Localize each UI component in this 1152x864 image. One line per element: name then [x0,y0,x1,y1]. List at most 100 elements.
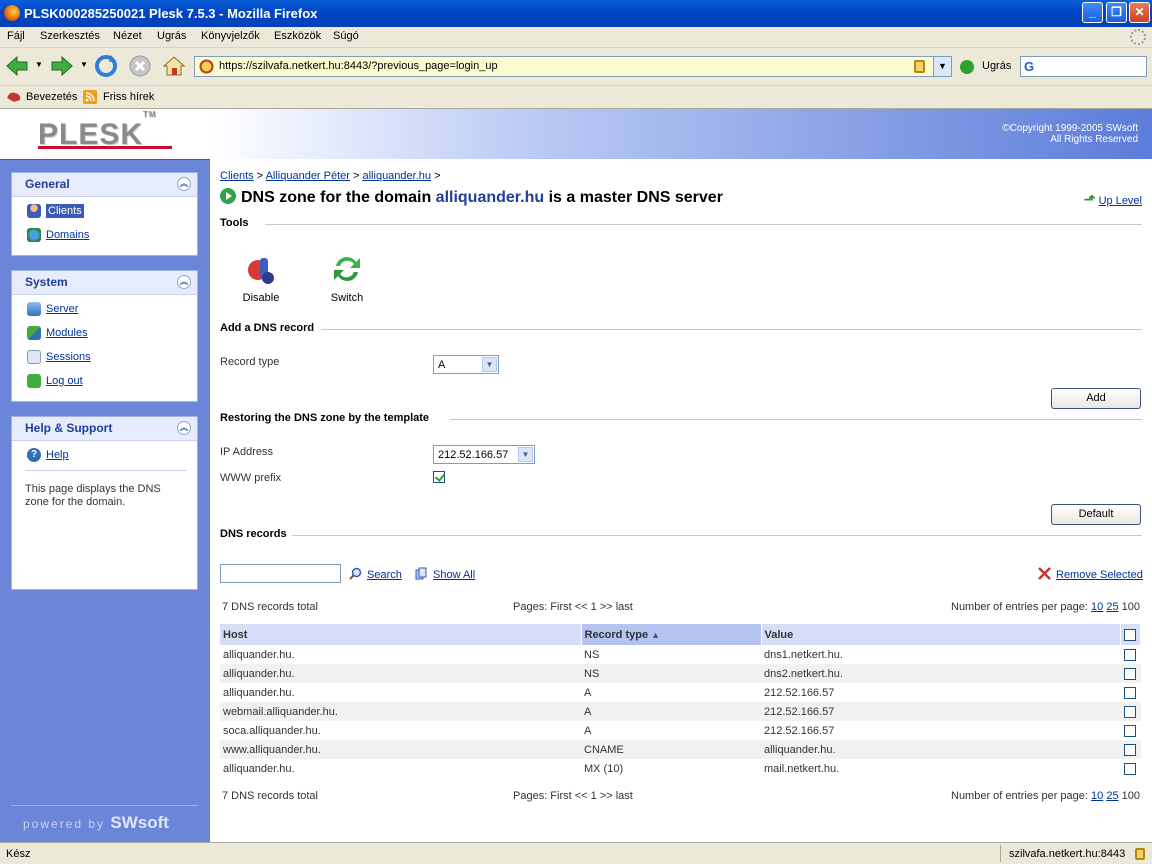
sidebar-item-domains-link[interactable]: Domains [46,229,89,241]
sessions-icon [27,350,41,364]
show-all-link[interactable]: Show All [433,569,475,581]
up-level-link[interactable]: Up Level [1099,195,1142,207]
row-checkbox[interactable] [1123,724,1136,737]
menu-bookmarks[interactable]: Könyvjelzők [201,30,260,42]
stop-icon[interactable] [127,53,153,79]
copyright: ©Copyright 1999-2005 SWsoft All Rights R… [1002,123,1138,145]
window-title: PLSK000285250021 Plesk 7.5.3 - Mozilla F… [24,6,318,21]
getting-started-icon [7,92,21,102]
home-icon[interactable] [161,53,187,79]
forward-dropdown-icon[interactable]: ▼ [80,60,88,69]
reload-icon[interactable] [93,53,119,79]
column-value[interactable]: Value [761,624,1121,645]
menu-go[interactable]: Ugrás [157,30,186,42]
breadcrumb-clients[interactable]: Clients [220,170,254,182]
default-button[interactable]: Default [1051,504,1141,525]
entries-10[interactable]: 10 [1091,601,1103,613]
search-button[interactable]: Search [349,567,402,581]
collapse-icon[interactable]: ︽ [177,275,191,289]
www-prefix-checkbox[interactable] [433,471,445,483]
row-checkbox[interactable] [1123,762,1136,775]
entries-10[interactable]: 10 [1091,790,1103,802]
plesk-header: PLESKTM ©Copyright 1999-2005 SWsoft All … [0,109,1152,159]
select-all-checkbox[interactable] [1124,628,1136,641]
bookmark-getting-started[interactable]: Bevezetés [26,91,77,103]
host-cell[interactable]: alliquander.hu. [220,645,581,664]
row-checkbox[interactable] [1123,743,1136,756]
search-engine-box[interactable]: G [1020,56,1147,77]
menu-view[interactable]: Nézet [113,30,142,42]
sidebar-item-sessions-link[interactable]: Sessions [46,351,91,363]
google-icon[interactable]: G [1024,59,1034,74]
collapse-icon[interactable]: ︽ [177,177,191,191]
sidebar-item-clients-link[interactable]: Clients [46,204,84,218]
ip-address-select[interactable]: 212.52.166.57 ▼ [433,445,535,464]
table-row[interactable]: alliquander.hu. NS dns2.netkert.hu. [220,664,1141,683]
search-input[interactable] [220,564,341,583]
host-cell[interactable]: www.alliquander.hu. [220,740,581,759]
table-row[interactable]: alliquander.hu. NS dns1.netkert.hu. [220,645,1141,664]
show-all-button[interactable]: Show All [415,567,475,581]
collapse-icon[interactable]: ︽ [177,421,191,435]
remove-selected-link[interactable]: Remove Selected [1056,569,1143,581]
row-checkbox[interactable] [1123,648,1136,661]
dns-records-divider [292,535,1142,536]
type-cell: NS [581,664,761,683]
table-row[interactable]: alliquander.hu. MX (10) mail.netkert.hu. [220,759,1141,778]
table-row[interactable]: alliquander.hu. A 212.52.166.57 [220,683,1141,702]
column-host[interactable]: Host [220,624,582,645]
menu-tools[interactable]: Eszközök [274,30,321,42]
search-link[interactable]: Search [367,569,402,581]
host-cell[interactable]: webmail.alliquander.hu. [220,702,581,721]
sidebar-item-modules-link[interactable]: Modules [46,327,88,339]
entries-per-page-bottom: Number of entries per page: 10 25 100 [951,790,1141,802]
sidebar-item-server-link[interactable]: Server [46,303,78,315]
host-cell[interactable]: alliquander.hu. [220,759,581,778]
entries-25[interactable]: 25 [1106,601,1118,613]
add-record-title: Add a DNS record [220,322,315,334]
row-checkbox[interactable] [1123,705,1136,718]
disable-tool[interactable]: Disable [236,252,286,304]
back-icon[interactable] [4,53,30,79]
table-row[interactable]: webmail.alliquander.hu. A 212.52.166.57 [220,702,1141,721]
records-total-bottom: 7 DNS records total [222,790,318,802]
breadcrumb-domain[interactable]: alliquander.hu [363,170,432,182]
restore-button[interactable]: ❐ [1106,2,1127,23]
minimize-button[interactable]: _ [1082,2,1103,23]
site-icon [199,59,214,74]
column-record-type[interactable]: Record type ▲ [581,624,762,645]
breadcrumb-client[interactable]: Alliquander Péter [266,170,350,182]
sidebar-item-help-link[interactable]: Help [46,449,69,461]
go-icon[interactable] [960,60,974,74]
back-dropdown-icon[interactable]: ▼ [35,60,43,69]
pagination-bottom: Pages: First << 1 >> last [513,790,633,802]
entries-25[interactable]: 25 [1106,790,1118,802]
row-checkbox[interactable] [1123,667,1136,680]
table-row[interactable]: www.alliquander.hu. CNAME alliquander.hu. [220,740,1141,759]
address-bar[interactable]: https://szilvafa.netkert.hu:8443/?previo… [194,56,952,77]
url-dropdown-icon[interactable]: ▼ [933,57,951,76]
bookmark-latest-headlines[interactable]: Friss hírek [103,91,154,103]
host-cell[interactable]: alliquander.hu. [220,664,581,683]
host-cell[interactable]: alliquander.hu. [220,683,581,702]
secure-lock-icon[interactable] [1135,848,1145,860]
switch-tool[interactable]: Switch [322,252,372,304]
powered-by: powered by SWsoft [23,813,169,832]
type-cell: A [581,702,761,721]
sidebar-item-logout-link[interactable]: Log out [46,375,83,387]
menu-help[interactable]: Súgó [333,30,359,42]
menu-edit[interactable]: Szerkesztés [40,30,100,42]
close-button[interactable]: ✕ [1129,2,1150,23]
menu-file[interactable]: Fájl [7,30,25,42]
domains-icon [27,228,41,242]
go-button[interactable]: Ugrás [982,60,1011,72]
remove-selected-button[interactable]: Remove Selected [1038,567,1143,581]
forward-icon[interactable] [49,53,75,79]
host-cell[interactable]: soca.alliquander.hu. [220,721,581,740]
row-checkbox[interactable] [1123,686,1136,699]
table-row[interactable]: soca.alliquander.hu. A 212.52.166.57 [220,721,1141,740]
up-level[interactable]: ⬏ Up Level [1084,191,1142,208]
padlock-icon[interactable] [914,60,925,73]
add-button[interactable]: Add [1051,388,1141,409]
record-type-select[interactable]: A ▼ [433,355,499,374]
